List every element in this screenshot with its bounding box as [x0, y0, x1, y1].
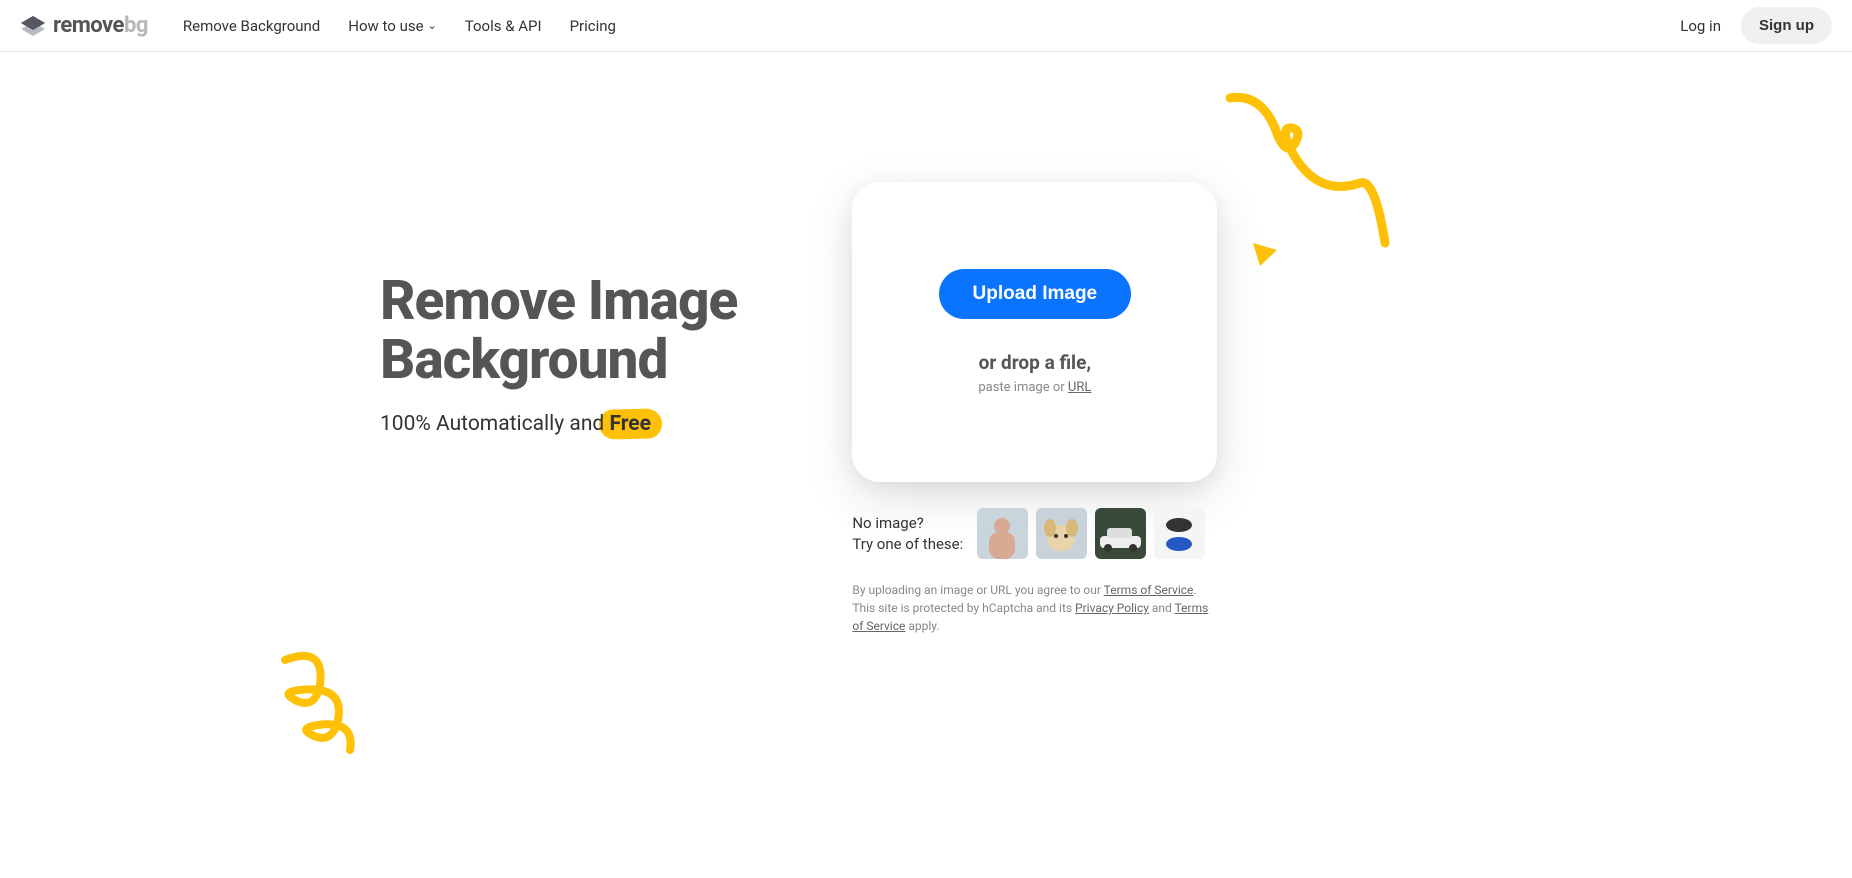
header-right: Log in Sign up [1680, 7, 1832, 44]
example-thumb-controllers[interactable] [1154, 508, 1205, 559]
legal-part1: By uploading an image or URL you agree t… [852, 583, 1103, 597]
signup-button[interactable]: Sign up [1741, 7, 1832, 44]
example-thumb-person[interactable] [977, 508, 1028, 559]
paste-prefix: paste image or [978, 380, 1068, 395]
example-thumb-car[interactable] [1095, 508, 1146, 559]
nav-how-to-use-label: How to use [348, 17, 423, 35]
examples-text: No image? Try one of these: [852, 513, 963, 555]
upload-section: Upload Image or drop a file, paste image… [852, 182, 1217, 635]
main: Remove Image Background 100% Automatical… [0, 52, 1852, 635]
example-thumb-dog[interactable] [1036, 508, 1087, 559]
logo-icon [20, 13, 46, 39]
terms-link-1[interactable]: Terms of Service [1104, 583, 1194, 597]
examples-line2: Try one of these: [852, 535, 963, 553]
hero-text: Remove Image Background 100% Automatical… [380, 272, 737, 635]
nav-tools-api[interactable]: Tools & API [465, 17, 542, 35]
legal-part3: and [1149, 601, 1175, 615]
example-thumbs [977, 508, 1205, 559]
free-badge: Free [609, 412, 650, 436]
hero-subtitle: 100% Automatically and Free [380, 412, 737, 436]
legal-text: By uploading an image or URL you agree t… [852, 581, 1217, 635]
url-link[interactable]: URL [1068, 380, 1091, 395]
main-nav: Remove Background How to use ⌄ Tools & A… [183, 17, 616, 35]
logo-text: removebg [53, 13, 148, 38]
nav-remove-background[interactable]: Remove Background [183, 17, 320, 35]
hero-title-line1: Remove Image [380, 269, 737, 333]
header: removebg Remove Background How to use ⌄ … [0, 0, 1852, 52]
upload-card[interactable]: Upload Image or drop a file, paste image… [852, 182, 1217, 482]
hero-title: Remove Image Background [380, 272, 737, 390]
nav-pricing[interactable]: Pricing [570, 17, 616, 35]
examples-line1: No image? [852, 514, 923, 532]
free-badge-text: Free [609, 412, 650, 436]
nav-how-to-use[interactable]: How to use ⌄ [348, 17, 436, 35]
login-link[interactable]: Log in [1680, 17, 1721, 35]
chevron-down-icon: ⌄ [428, 19, 437, 32]
hero-subtitle-prefix: 100% Automatically and [380, 412, 609, 436]
decorative-spiral-icon [270, 650, 380, 760]
privacy-policy-link[interactable]: Privacy Policy [1075, 601, 1149, 615]
upload-button[interactable]: Upload Image [939, 269, 1132, 319]
paste-text: paste image or URL [978, 380, 1091, 395]
hero-title-line2: Background [380, 328, 667, 392]
logo[interactable]: removebg [20, 13, 148, 39]
drop-file-text: or drop a file, [979, 351, 1091, 374]
examples-row: No image? Try one of these: [852, 508, 1217, 559]
legal-part4: apply. [905, 619, 939, 633]
